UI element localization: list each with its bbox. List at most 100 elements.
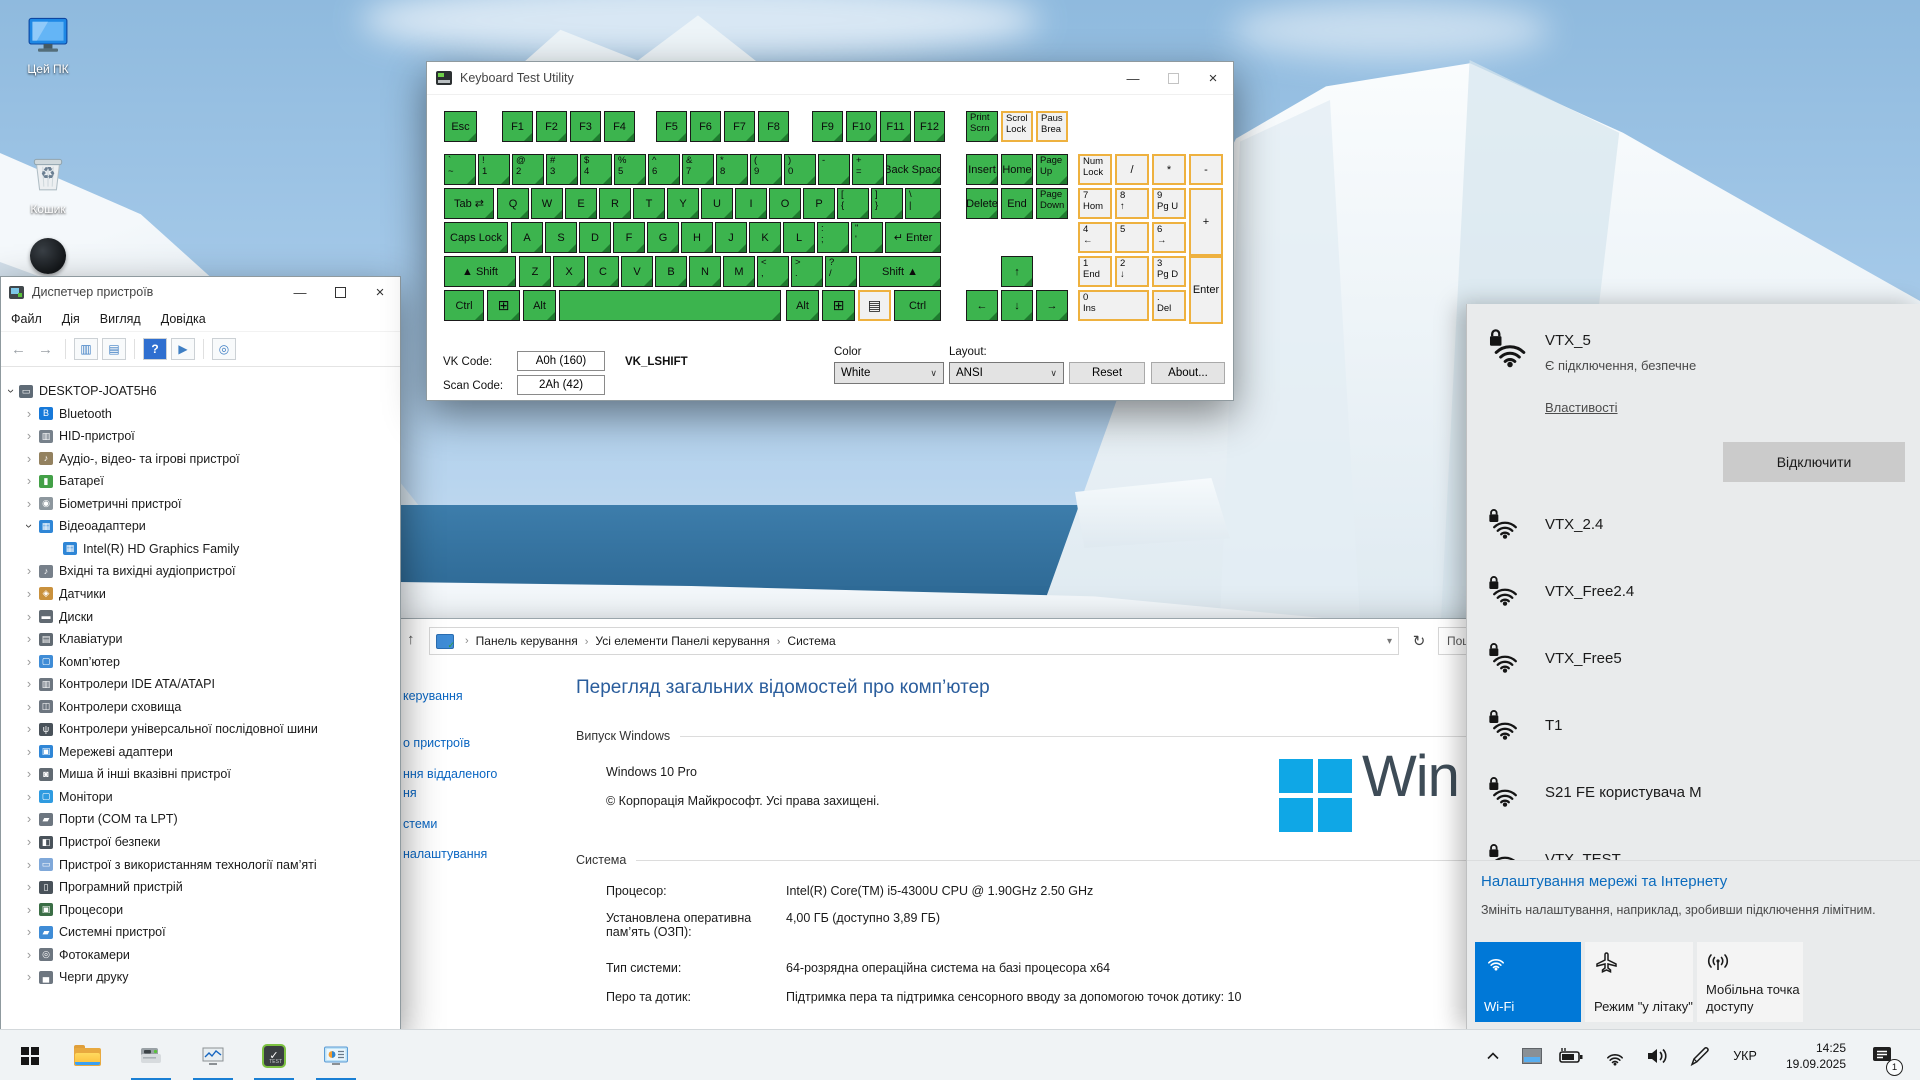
sidebar-link-fragment[interactable]: ня	[403, 786, 417, 800]
sidebar-link-fragment[interactable]: налаштування	[403, 847, 487, 861]
taskbar-file-explorer[interactable]	[59, 1030, 115, 1080]
expand-arrow[interactable]: ›	[23, 701, 35, 713]
expand-arrow[interactable]: ›	[23, 791, 35, 803]
expand-arrow[interactable]: ›	[23, 723, 35, 735]
desktop-icon-round-app[interactable]	[30, 238, 66, 274]
tree-item-[interactable]: ›ψКонтролери універсальної послідовної ш…	[1, 718, 399, 740]
tree-item-[interactable]: ›▯Програмний пристрій	[1, 876, 399, 898]
expand-arrow[interactable]: ›	[23, 768, 35, 780]
expand-arrow[interactable]: ›	[23, 678, 35, 690]
expand-arrow[interactable]: ›	[23, 904, 35, 916]
tray-display-button[interactable]	[1514, 1030, 1550, 1080]
hidden-icons-button[interactable]	[1476, 1030, 1510, 1080]
expand-arrow[interactable]: ›	[23, 565, 35, 577]
about-button[interactable]: About...	[1151, 362, 1225, 384]
up-arrow-icon[interactable]: ↑	[407, 631, 415, 648]
expand-arrow[interactable]: ›	[23, 453, 35, 465]
show-console-tree-icon[interactable]: ▥	[74, 338, 98, 360]
tree-item-[interactable]: ›▢Монітори	[1, 786, 399, 808]
expand-arrow[interactable]: ›	[23, 633, 35, 645]
expand-arrow[interactable]: ›	[23, 611, 35, 623]
breadcrumb-item[interactable]: Система	[787, 634, 835, 648]
tree-item-[interactable]: ›▄Черги друку	[1, 966, 399, 988]
minimize-button[interactable]: —	[1113, 62, 1153, 94]
tree-item-[interactable]: ›▰Системні пристрої	[1, 921, 399, 943]
tree-item-[interactable]: ›▤Клавіатури	[1, 628, 399, 650]
tree-item-desktop-joat5h6[interactable]: ›▭DESKTOP-JOAT5H6	[1, 380, 399, 402]
network-item-vtx-2-4[interactable]: VTX_2.4	[1467, 494, 1920, 560]
tree-item-[interactable]: ›◫Контролери сховища	[1, 696, 399, 718]
network-item-vtx-free2-4[interactable]: VTX_Free2.4	[1467, 561, 1920, 627]
expand-arrow[interactable]: ›	[5, 385, 17, 397]
tree-item-[interactable]: ›▣Мережеві адаптери	[1, 741, 399, 763]
expand-arrow[interactable]: ›	[23, 498, 35, 510]
sidebar-link-fragment[interactable]: о пристроїв	[403, 736, 470, 750]
taskbar-performance-monitor[interactable]	[185, 1030, 241, 1080]
tree-item-[interactable]: ›▭Пристрої з використанням технології па…	[1, 854, 399, 876]
expand-arrow[interactable]: ›	[23, 588, 35, 600]
properties-link[interactable]: Властивості	[1545, 400, 1618, 415]
tree-item-intel-r-hd-graphics-family[interactable]: ▦Intel(R) HD Graphics Family	[1, 538, 399, 560]
expand-arrow[interactable]: ›	[23, 949, 35, 961]
breadcrumb-item[interactable]: Усі елементи Панелі керування	[595, 634, 769, 648]
breadcrumb[interactable]: › Панель керування›Усі елементи Панелі к…	[429, 627, 1399, 655]
device-manager-titlebar[interactable]: Диспетчер пристроїв — ×	[1, 277, 400, 307]
reset-button[interactable]: Reset	[1069, 362, 1145, 384]
tree-item-[interactable]: ›♪Аудіо-, відео- та ігрові пристрої	[1, 448, 399, 470]
tree-item-hid[interactable]: ›▥HID-пристрої	[1, 425, 399, 447]
start-button[interactable]	[6, 1030, 54, 1080]
expand-arrow[interactable]: ›	[23, 813, 35, 825]
tree-item-[interactable]: ›◉Біометричні пристрої	[1, 493, 399, 515]
tray-volume-button[interactable]	[1638, 1030, 1676, 1080]
tile-[interactable]: Мобільна точка доступу	[1697, 942, 1803, 1022]
expand-arrow[interactable]: ›	[23, 971, 35, 983]
desktop-icon-recycle-bin[interactable]: ♻ Кошик	[10, 152, 86, 216]
expand-arrow[interactable]: ›	[23, 520, 35, 532]
expand-arrow[interactable]: ›	[23, 836, 35, 848]
network-item-t1[interactable]: T1	[1467, 695, 1920, 761]
desktop-icon-this-pc[interactable]: Цей ПК	[10, 14, 86, 76]
tree-item-[interactable]: ›◈Датчики	[1, 583, 399, 605]
tree-item-[interactable]: ›▦Відеоадаптери	[1, 515, 399, 537]
forward-icon[interactable]: →	[34, 341, 57, 358]
network-item-vtx-free5[interactable]: VTX_Free5	[1467, 628, 1920, 694]
tree-item-bluetooth[interactable]: ›BBluetooth	[1, 403, 399, 425]
expand-arrow[interactable]: ›	[23, 408, 35, 420]
expand-arrow[interactable]: ›	[23, 746, 35, 758]
scan-hardware-changes-icon[interactable]: ◎	[212, 338, 236, 360]
tile-wi-fi[interactable]: Wi-Fi	[1475, 942, 1581, 1022]
maximize-button[interactable]	[1153, 62, 1193, 94]
color-select[interactable]: White∨	[834, 362, 944, 384]
menu-item-[interactable]: Файл	[1, 312, 52, 326]
sidebar-link-fragment[interactable]: стеми	[403, 817, 437, 831]
tree-item-[interactable]: ›♪Вхідні та вихідні аудіопристрої	[1, 560, 399, 582]
sidebar-link-fragment[interactable]: керування	[403, 689, 463, 703]
tree-item-com-lpt[interactable]: ›▰Порти (COM та LPT)	[1, 808, 399, 830]
expand-arrow[interactable]: ›	[23, 859, 35, 871]
taskbar-keyboard-test-app[interactable]: ✓TEST	[246, 1030, 302, 1080]
back-icon[interactable]: ←	[7, 341, 30, 358]
keyboard-test-titlebar[interactable]: Keyboard Test Utility — ×	[427, 62, 1233, 95]
taskbar-system-control-panel[interactable]	[308, 1030, 364, 1080]
clock[interactable]: 14:25 19.09.2025	[1770, 1030, 1862, 1080]
network-settings-link[interactable]: Налаштування мережі та Інтернету	[1481, 873, 1727, 890]
refresh-icon[interactable]: ↻	[1406, 627, 1432, 655]
expand-arrow[interactable]: ›	[23, 926, 35, 938]
menu-item-[interactable]: Довідка	[151, 312, 216, 326]
taskbar-keyboard-test-utility[interactable]	[123, 1030, 179, 1080]
layout-select[interactable]: ANSI∨	[949, 362, 1064, 384]
properties-icon[interactable]: ▤	[102, 338, 126, 360]
language-indicator[interactable]: УКР	[1722, 1030, 1768, 1080]
menu-item-[interactable]: Дія	[52, 312, 90, 326]
chevron-down-icon[interactable]: ▾	[1387, 636, 1392, 647]
network-item-s21-fe-m[interactable]: S21 FE користувача M	[1467, 762, 1920, 828]
help-icon[interactable]: ?	[143, 338, 167, 360]
tree-item-[interactable]: ›◧Пристрої безпеки	[1, 831, 399, 853]
tree-item-ide-ata-atapi[interactable]: ›▥Контролери IDE ATA/ATAPI	[1, 673, 399, 695]
tile-[interactable]: Режим "у літаку"	[1585, 942, 1693, 1022]
expand-arrow[interactable]: ›	[23, 881, 35, 893]
tree-item-[interactable]: ›◙Миша й інші вказівні пристрої	[1, 763, 399, 785]
close-button[interactable]: ×	[360, 277, 400, 307]
breadcrumb-item[interactable]: Панель керування	[476, 634, 578, 648]
disconnect-button[interactable]: Відключити	[1723, 442, 1905, 482]
